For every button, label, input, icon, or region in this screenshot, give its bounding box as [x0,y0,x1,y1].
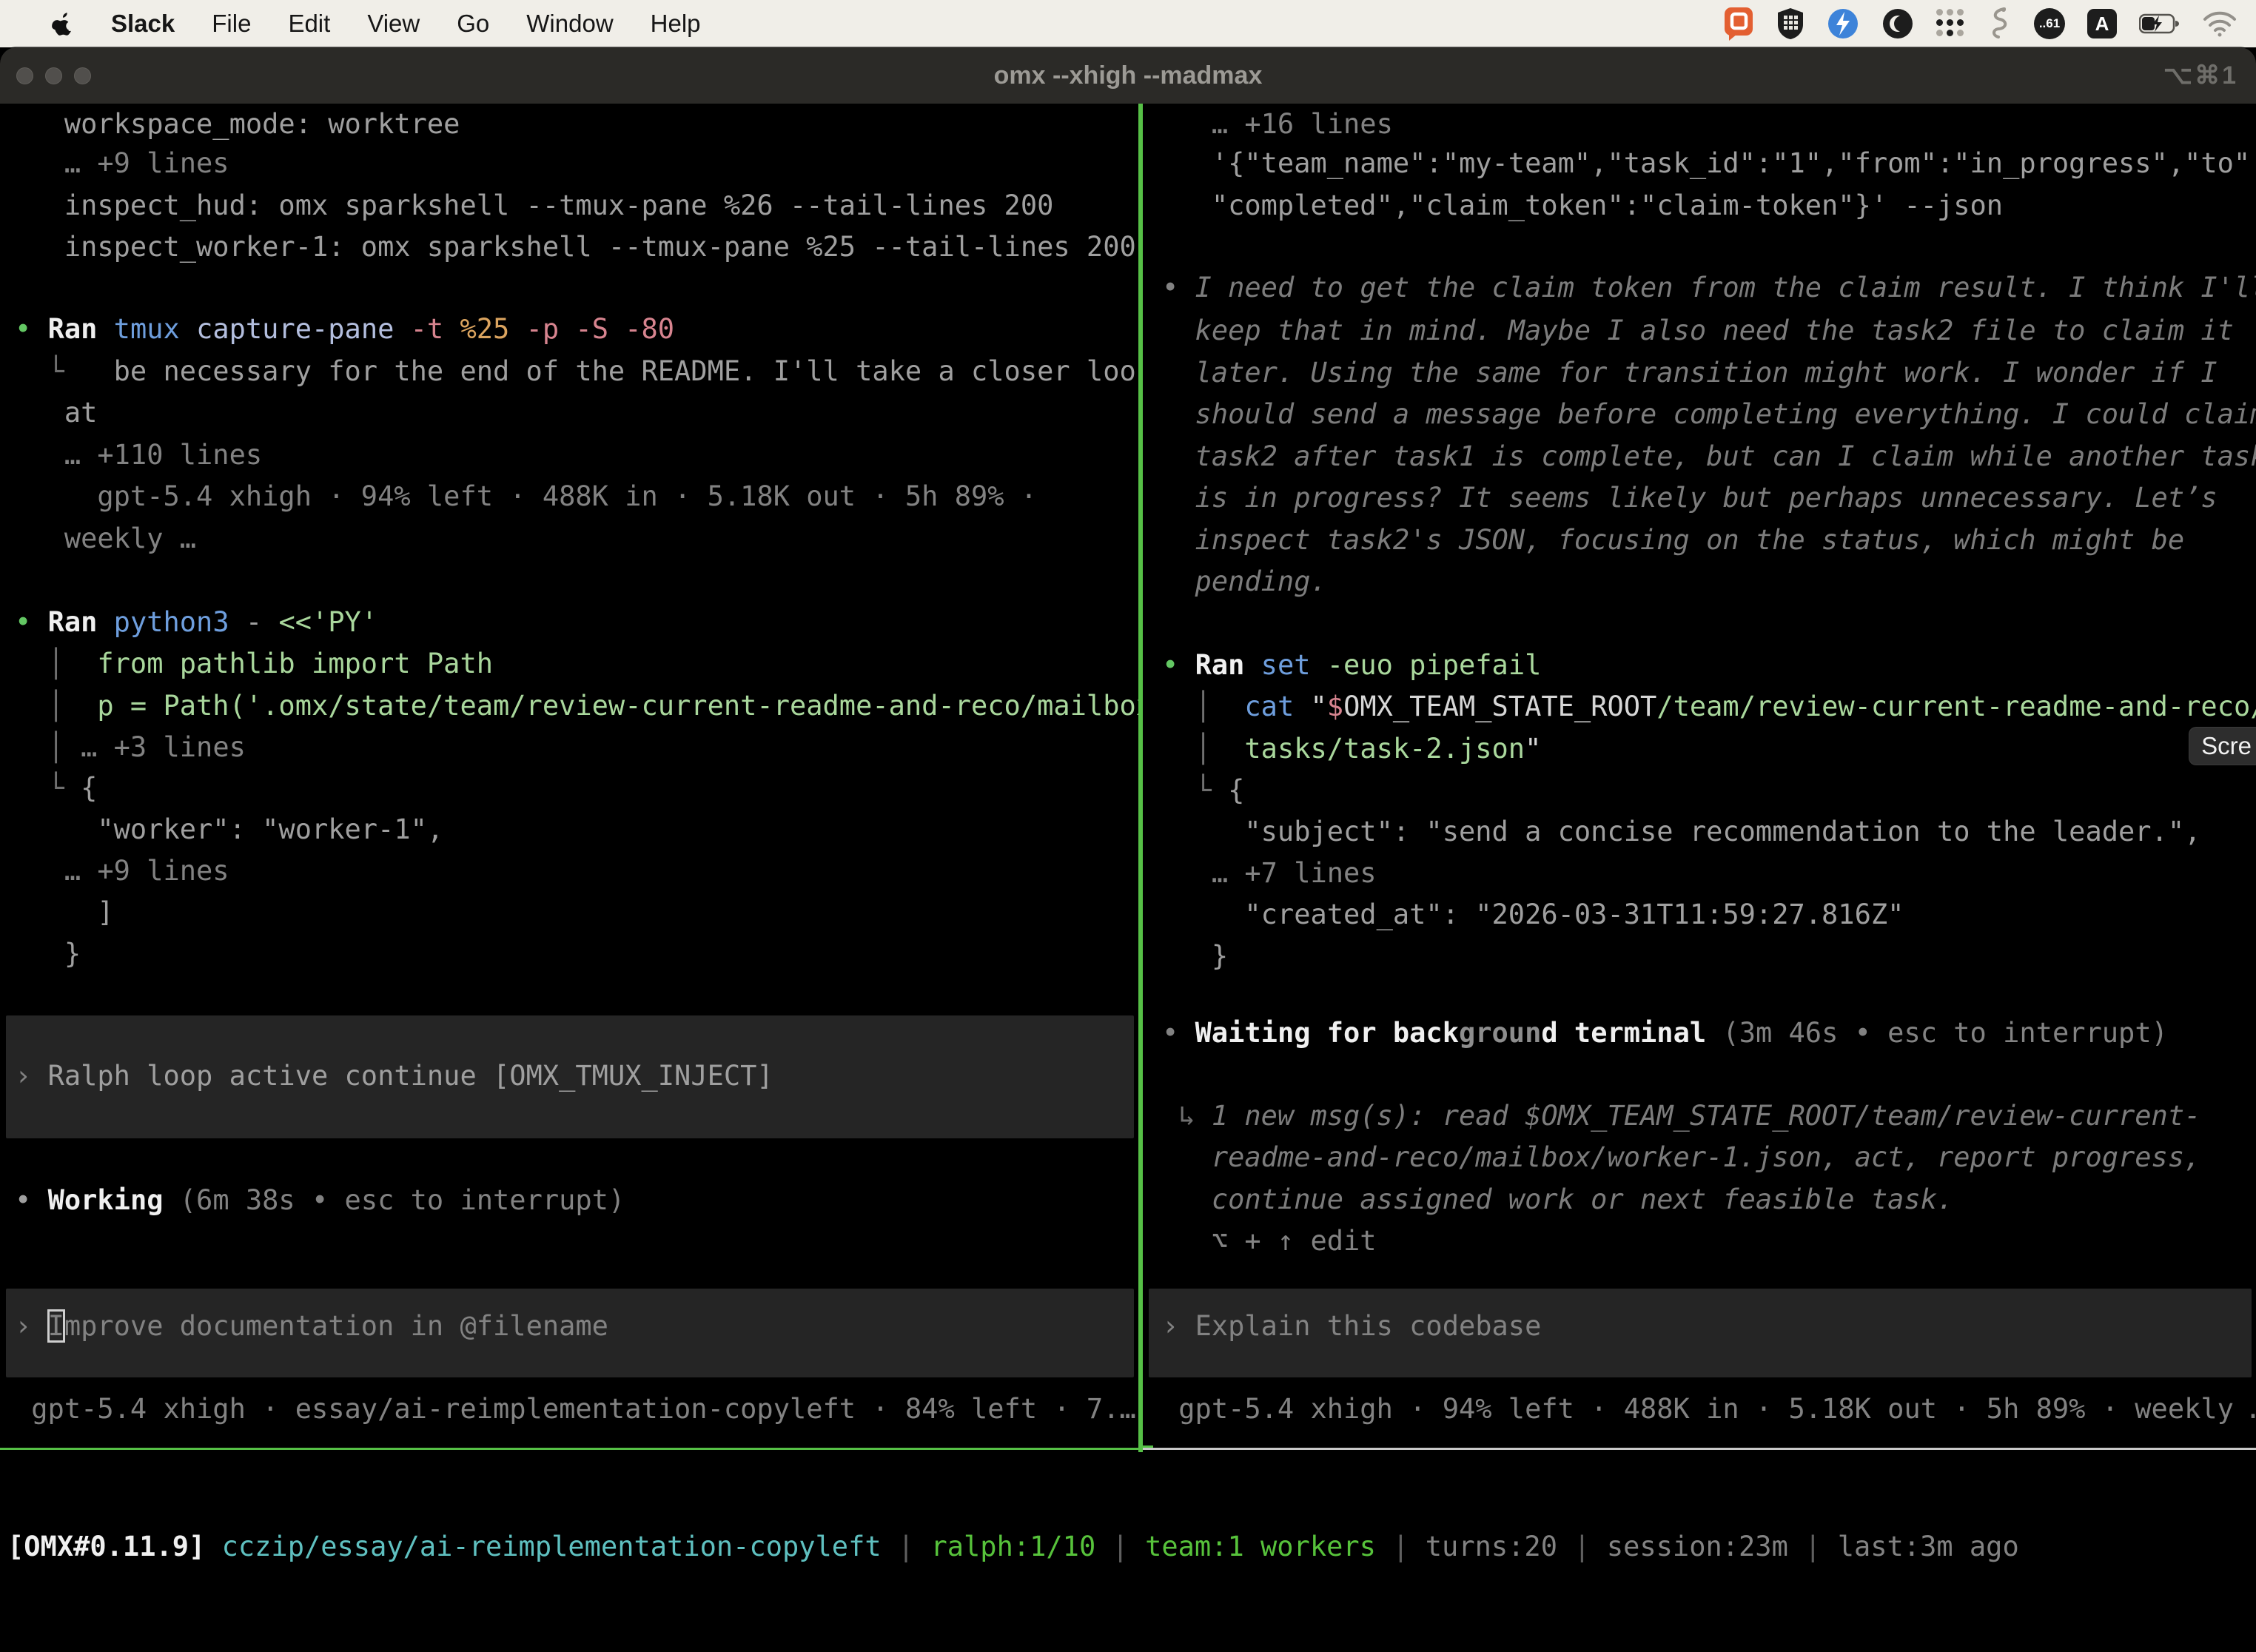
terminal-row: • I need to get the claim token from the… [1162,267,2253,309]
a-badge-icon[interactable]: A [2087,9,2117,38]
terminal-row: workspace_mode: worktree [15,104,1135,146]
prompt-placeholder: › Explain this codebase [1162,1306,2253,1348]
quip-chat-icon[interactable] [1723,8,1754,39]
menu-view[interactable]: View [367,10,420,38]
terminal-row: │ tasks/task-2.json" [1162,728,2253,770]
terminal-row: inspect task2's JSON, focusing on the st… [1162,520,2253,562]
terminal-row: "subject": "send a concise recommendatio… [1162,811,2253,853]
terminal-row: … +9 lines [15,850,1135,893]
window-shortcut-hint: ⌥⌘1 [2163,47,2238,104]
omx-status-line: [OMX#0.11.9] cczip/essay/ai-reimplementa… [7,1526,2019,1568]
terminal-row: ] [15,892,1135,934]
title-bar: omx --xhigh --madmax ⌥⌘1 [0,47,2256,104]
terminal-row: • Ran tmux capture-pane -t %25 -p -S -80 [15,309,1135,351]
terminal-row: is in progress? It seems likely but perh… [1162,477,2253,520]
menu-slack[interactable]: Slack [111,10,175,38]
terminal-row: '{"team_name":"my-team","task_id":"1","f… [1162,143,2253,185]
terminal-row: └ { [15,768,1135,810]
prompt-placeholder: › Improve documentation in @filename [15,1306,1135,1348]
terminal-row: inspect_hud: omx sparkshell --tmux-pane … [15,185,1135,227]
terminal-row: … +16 lines [1162,104,2253,146]
apple-menu-icon[interactable] [52,10,74,37]
menu-file[interactable]: File [212,10,251,38]
terminal-row: continue assigned work or next feasible … [1162,1179,2253,1221]
terminal-window: omx --xhigh --madmax ⌥⌘1 workspace_mode:… [0,47,2256,1652]
terminal-row: ↳ 1 new msg(s): read $OMX_TEAM_STATE_ROO… [1162,1095,2253,1138]
ralph-loop-notice: › Ralph loop active continue [OMX_TMUX_I… [15,1055,1135,1098]
terminal-row: └ be necessary for the end of the README… [15,351,1135,393]
terminal-row: gpt-5.4 xhigh · 94% left · 488K in · 5.1… [15,476,1135,518]
terminal-row: • Ran python3 - <<'PY' [15,602,1135,644]
terminal-row: │ … +3 lines [15,727,1135,769]
menu-edit[interactable]: Edit [288,10,330,38]
terminal-row: task2 after task1 is complete, but can I… [1162,436,2253,478]
terminal-row: │ p = Path('.omx/state/team/review-curre… [15,685,1135,728]
dots-grid-icon[interactable] [1936,8,1964,39]
terminal-row: └ { [1162,770,2253,812]
tmux-pane-left[interactable]: workspace_mode: worktree … +9 lines insp… [0,104,1138,1450]
model-status-line: gpt-5.4 xhigh · 94% left · 488K in · 5.1… [1162,1389,2253,1431]
terminal-row: … +110 lines [15,434,1135,477]
terminal-row: keep that in mind. Maybe I also need the… [1162,310,2253,352]
wifi-icon[interactable] [2203,8,2237,39]
terminal-row: • Ran set -euo pipefail [1162,645,2253,687]
edit-hint: ⌥ + ↑ edit [1162,1220,2253,1263]
terminal-row: "worker": "worker-1", [15,809,1135,851]
terminal-content: workspace_mode: worktree … +9 lines insp… [0,104,2256,1652]
terminal-row: │ from pathlib import Path [15,643,1135,685]
terminal-row: inspect_worker-1: omx sparkshell --tmux-… [15,226,1135,269]
working-status: • Working (6m 38s • esc to interrupt) [15,1180,1135,1222]
battery-icon[interactable] [2139,8,2181,39]
terminal-row: │ cat "$OMX_TEAM_STATE_ROOT/team/review-… [1162,686,2253,728]
menu-go[interactable]: Go [457,10,489,38]
bolt-circle-icon[interactable] [1827,8,1859,39]
terminal-row: at [15,392,1135,434]
menu-help[interactable]: Help [651,10,701,38]
terminal-row: pending. [1162,561,2253,603]
terminal-row: "completed","claim_token":"claim-token"}… [1162,185,2253,227]
shield-grid-icon[interactable] [1776,8,1805,39]
waiting-status: • Waiting for background terminal (3m 46… [1162,1013,2253,1055]
count-badge-icon[interactable]: ..61 [2034,8,2065,39]
terminal-row: } [15,933,1135,976]
tmux-pane-right[interactable]: … +16 lines '{"team_name":"my-team","tas… [1143,104,2256,1450]
terminal-row: readme-and-reco/mailbox/worker-1.json, a… [1162,1137,2253,1179]
terminal-row: later. Using the same for transition mig… [1162,352,2253,394]
terminal-row: should send a message before completing … [1162,394,2253,436]
screenshot-tooltip: Scre [2189,727,2256,765]
terminal-row: … +9 lines [15,143,1135,185]
menu-window[interactable]: Window [526,10,613,38]
snake-icon[interactable] [1987,8,2012,39]
model-status-line: gpt-5.4 xhigh · essay/ai-reimplementatio… [15,1389,1135,1431]
terminal-row: } [1162,936,2253,978]
terminal-row: … +7 lines [1162,853,2253,895]
window-title: omx --xhigh --madmax [0,47,2256,104]
terminal-row: weekly … [15,518,1135,560]
crescent-circle-icon[interactable] [1881,8,1914,39]
terminal-row: "created_at": "2026-03-31T11:59:27.816Z" [1162,894,2253,936]
macos-menu-bar: Slack File Edit View Go Window Help ..61… [0,0,2256,47]
